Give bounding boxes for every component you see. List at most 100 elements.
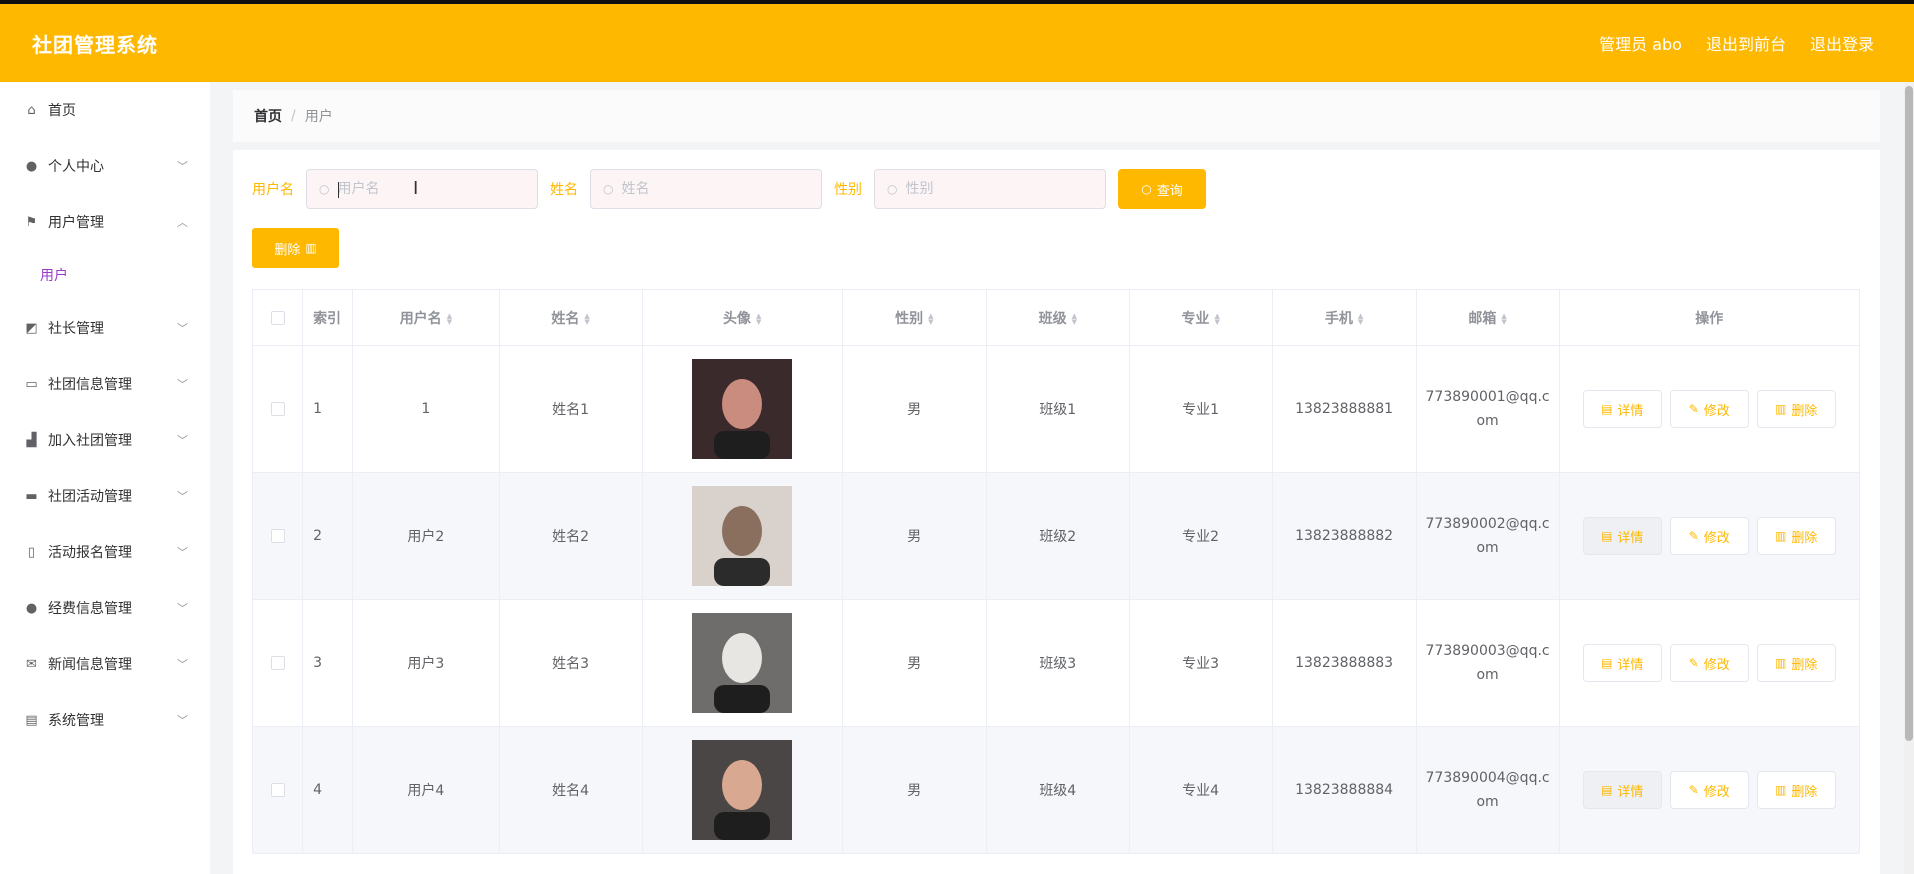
search-icon: ○ [887, 182, 898, 196]
sidebar-subitem-user[interactable]: 用户 [0, 250, 210, 300]
text-caret [338, 182, 339, 198]
breadcrumb-home[interactable]: 首页 [254, 106, 282, 126]
username-input[interactable] [337, 181, 518, 197]
row-checkbox[interactable] [270, 529, 285, 543]
actions-cell: ▤ 详情 ✎ 修改 ▥ 删除 [1558, 726, 1860, 854]
sort-icon[interactable]: ▲ ▼ [1214, 312, 1219, 325]
index-cell: 1 [302, 345, 354, 473]
edit-button[interactable]: ✎ 修改 [1669, 644, 1749, 682]
edit-button[interactable]: ✎ 修改 [1669, 517, 1749, 555]
chevron-down-icon: ﹀ [177, 160, 188, 173]
clipboard-icon: ▤ [25, 712, 38, 728]
row-select-cell [251, 726, 304, 854]
document-icon: ▤ [1601, 783, 1613, 797]
sidebar-item-club-activity[interactable]: ▬ 社团活动管理 ﹀ [0, 468, 210, 524]
sidebar-item-user-management[interactable]: ⚑ 用户管理 ︿ [0, 194, 210, 250]
delete-button[interactable]: ▥ 删除 [1756, 644, 1836, 682]
edit-button[interactable]: ✎ 修改 [1669, 771, 1749, 809]
username-search-field[interactable]: ○ I [306, 169, 538, 209]
gender-cell: 男 [841, 345, 987, 473]
detail-button[interactable]: ▤ 详情 [1582, 390, 1662, 428]
avatar-image [692, 486, 793, 586]
edit-button[interactable]: ✎ 修改 [1669, 390, 1749, 428]
scrollbar-thumb[interactable] [1905, 86, 1913, 741]
admin-label[interactable]: 管理员 abo [1599, 31, 1682, 55]
edit-label: 修改 [1703, 657, 1730, 673]
sidebar-item-personal-center[interactable]: ● 个人中心 ﹀ [0, 138, 210, 194]
row-checkbox[interactable] [270, 783, 285, 797]
sidebar-item-label: 个人中心 [48, 159, 104, 175]
select-all-checkbox[interactable] [270, 310, 285, 325]
sort-icon[interactable]: ▲ ▼ [756, 312, 761, 325]
chevron-down-icon: ﹀ [177, 378, 188, 391]
gender-search-field[interactable]: ○ [874, 169, 1106, 209]
sidebar-item-president-management[interactable]: ◩ 社长管理 ﹀ [0, 300, 210, 356]
username-label: 用户名 [252, 182, 294, 198]
logout-link[interactable]: 退出登录 [1810, 31, 1874, 55]
column-header-gender[interactable]: 性别 ▲ ▼ [841, 289, 987, 346]
sidebar-item-join-club[interactable]: ▟ 加入社团管理 ﹀ [0, 412, 210, 468]
phone-cell: 13823888881 [1271, 345, 1417, 473]
sidebar-item-club-info[interactable]: ▭ 社团信息管理 ﹀ [0, 356, 210, 412]
row-checkbox[interactable] [270, 402, 285, 416]
major-cell: 专业3 [1128, 599, 1273, 727]
email-cell: 773890001@qq.com [1415, 345, 1560, 473]
table-header-row: 索引 用户名 ▲ ▼ 姓名 ▲ ▼ 头像 ▲ ▼ 性别 ▲ ▼ 班级 ▲ ▼ 专业 ▲ ▼ 手机 ▲ ▼ 邮… [251, 289, 1860, 346]
sidebar-item-label: 新闻信息管理 [48, 657, 132, 673]
detail-button[interactable]: ▤ 详情 [1582, 644, 1662, 682]
avatar-image [692, 359, 793, 459]
username-cell: 用户3 [352, 599, 500, 727]
column-header-class[interactable]: 班级 ▲ ▼ [985, 289, 1130, 346]
detail-label: 详情 [1617, 784, 1644, 800]
detail-button[interactable]: ▤ 详情 [1582, 517, 1662, 555]
column-header-name[interactable]: 姓名 ▲ ▼ [498, 289, 643, 346]
delete-button[interactable]: ▥ 删除 [1756, 517, 1836, 555]
column-header-label: 头像 [722, 310, 751, 327]
column-header-email[interactable]: 邮箱 ▲ ▼ [1415, 289, 1560, 346]
search-icon: ○ [1141, 182, 1152, 196]
query-button[interactable]: ○ 查询 [1118, 169, 1206, 209]
actions-cell: ▤ 详情 ✎ 修改 ▥ 删除 [1558, 345, 1860, 473]
sort-icon[interactable]: ▲ ▼ [447, 312, 452, 325]
sidebar-item-activity-signup[interactable]: ▯ 活动报名管理 ﹀ [0, 524, 210, 580]
edit-label: 修改 [1703, 403, 1730, 419]
sort-icon[interactable]: ▲ ▼ [1358, 312, 1363, 325]
sidebar-item-home[interactable]: ⌂ 首页 [0, 82, 210, 138]
trash-icon: ▥ [1775, 529, 1787, 543]
sidebar-item-label: 社团信息管理 [48, 377, 132, 393]
gender-label: 性别 [834, 182, 862, 198]
delete-label: 删除 [1791, 403, 1818, 419]
email-text: 773890001@qq.com [1425, 389, 1550, 429]
sidebar-item-system[interactable]: ▤ 系统管理 ﹀ [0, 692, 210, 748]
name-cell: 姓名3 [498, 599, 643, 727]
column-header-phone[interactable]: 手机 ▲ ▼ [1271, 289, 1417, 346]
gender-input[interactable] [905, 181, 1086, 197]
row-select-cell [251, 599, 304, 727]
row-checkbox[interactable] [270, 656, 285, 670]
page-scrollbar[interactable] [1904, 82, 1914, 874]
to-front-link[interactable]: 退出到前台 [1706, 31, 1786, 55]
column-header-major[interactable]: 专业 ▲ ▼ [1128, 289, 1273, 346]
chevron-down-icon: ﹀ [177, 490, 188, 503]
sidebar-item-news[interactable]: ✉ 新闻信息管理 ﹀ [0, 636, 210, 692]
sort-icon[interactable]: ▲ ▼ [1072, 312, 1077, 325]
phone-cell: 13823888882 [1271, 472, 1417, 600]
delete-button[interactable]: ▥ 删除 [1756, 390, 1836, 428]
username-cell: 1 [352, 345, 500, 473]
column-header-avatar[interactable]: 头像 ▲ ▼ [641, 289, 843, 346]
trash-icon: ▥ [1775, 402, 1787, 416]
name-search-field[interactable]: ○ [590, 169, 822, 209]
sort-icon[interactable]: ▲ ▼ [584, 312, 589, 325]
name-input[interactable] [621, 181, 802, 197]
main-content: 首页 / 用户 用户名 ○ I 姓名 ○ 性别 ○ ○ 查 [210, 82, 1904, 874]
detail-button[interactable]: ▤ 详情 [1582, 771, 1662, 809]
sidebar-item-funding[interactable]: ● 经费信息管理 ﹀ [0, 580, 210, 636]
sort-icon[interactable]: ▲ ▼ [1501, 312, 1506, 325]
avatar-cell [641, 345, 843, 473]
delete-button[interactable]: ▥ 删除 [1756, 771, 1836, 809]
column-header-index: 索引 [302, 289, 354, 346]
batch-delete-button[interactable]: 删除 ▥ [252, 228, 339, 268]
avatar-cell [641, 472, 843, 600]
column-header-username[interactable]: 用户名 ▲ ▼ [352, 289, 500, 346]
sort-icon[interactable]: ▲ ▼ [928, 312, 933, 325]
